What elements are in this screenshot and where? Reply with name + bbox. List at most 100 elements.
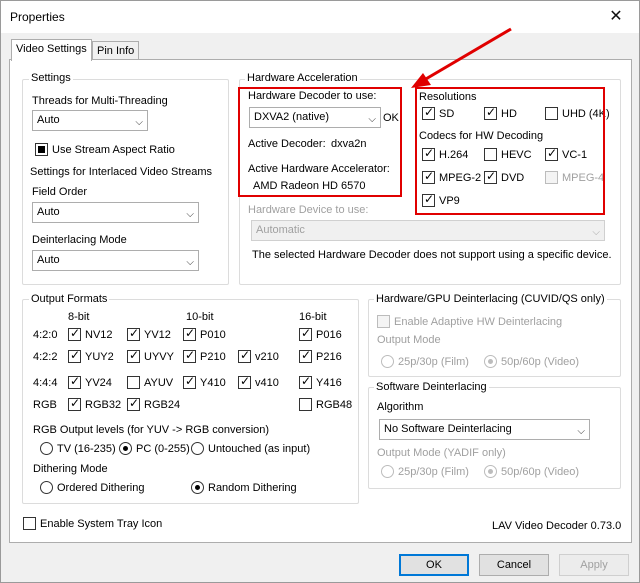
rgb48-label: RGB48	[316, 399, 353, 411]
chevron-down-icon: ⌵	[135, 117, 143, 128]
properties-window: Properties ✕ Video Settings Pin Info Set…	[0, 0, 640, 583]
pc-levels-label: PC (0-255)	[136, 443, 190, 455]
sw-deint-output-label: Output Mode (YADIF only)	[377, 447, 506, 459]
ayuv-checkbox[interactable]	[127, 376, 140, 389]
p016-label: P016	[316, 329, 342, 341]
sw-deint-algorithm-dropdown[interactable]: No Software Deinterlacing ⌵	[379, 419, 590, 440]
untouched-levels-label: Untouched (as input)	[208, 443, 311, 455]
threads-value: Auto	[37, 114, 60, 126]
threads-label: Threads for Multi-Threading	[32, 95, 168, 107]
close-icon[interactable]: ✕	[603, 5, 629, 29]
settings-group-label: Settings	[29, 72, 73, 84]
chevron-down-icon: ⌵	[577, 426, 585, 437]
y410-checkbox[interactable]: ✓	[183, 374, 196, 389]
rgb48-checkbox[interactable]	[299, 398, 312, 411]
tv-levels-radio[interactable]	[40, 442, 53, 455]
hw-device-value: Automatic	[256, 224, 305, 236]
sw-deint-film-label: 25p/30p (Film)	[398, 466, 469, 478]
y410-label: Y410	[200, 377, 226, 389]
red-arrow-annotation	[411, 27, 512, 88]
rgb32-label: RGB32	[85, 399, 122, 411]
sw-deint-video-radio[interactable]	[484, 465, 497, 478]
indeterminate-mark	[38, 146, 45, 153]
p010-checkbox[interactable]: ✓	[183, 326, 196, 341]
yv24-checkbox[interactable]: ✓	[68, 374, 81, 389]
version-label: LAV Video Decoder 0.73.0	[492, 520, 622, 532]
check-icon: ✓	[301, 374, 312, 388]
dither-label: Dithering Mode	[33, 463, 108, 475]
rgb24-label: RGB24	[144, 399, 181, 411]
y416-checkbox[interactable]: ✓	[299, 374, 312, 389]
p010-label: P010	[200, 329, 226, 341]
yv24-label: YV24	[85, 377, 112, 389]
row-420: 4:2:0	[33, 329, 58, 341]
random-dither-label: Random Dithering	[208, 482, 297, 494]
uyvy-checkbox[interactable]: ✓	[127, 348, 140, 363]
output-formats-label: Output Formats	[29, 293, 110, 305]
random-dither-radio[interactable]	[191, 481, 204, 494]
check-icon: ✓	[185, 374, 196, 388]
apply-button[interactable]: Apply	[559, 554, 629, 576]
deint-mode-value: Auto	[37, 254, 60, 266]
hw-deint-film-radio[interactable]	[381, 355, 394, 368]
row-444: 4:4:4	[33, 377, 58, 389]
ayuv-label: AYUV	[144, 377, 174, 389]
rgb24-checkbox[interactable]: ✓	[127, 396, 140, 411]
title-bar: Properties ✕	[1, 1, 639, 33]
radio-dot	[195, 485, 200, 490]
check-icon: ✓	[301, 326, 312, 340]
p216-checkbox[interactable]: ✓	[299, 348, 312, 363]
tv-levels-label: TV (16-235)	[57, 443, 116, 455]
yuy2-checkbox[interactable]: ✓	[68, 348, 81, 363]
check-icon: ✓	[70, 326, 81, 340]
tray-icon-label: Enable System Tray Icon	[40, 518, 163, 530]
hw-deint-enable-checkbox[interactable]	[377, 315, 390, 328]
v410-checkbox[interactable]: ✓	[238, 374, 251, 389]
deint-mode-dropdown[interactable]: Auto ⌵	[32, 250, 199, 271]
col-8bit: 8-bit	[68, 311, 90, 323]
nv12-label: NV12	[85, 329, 113, 341]
window-title: Properties	[10, 10, 65, 24]
tray-icon-checkbox[interactable]	[23, 517, 36, 530]
sw-deint-label: Software Deinterlacing	[374, 381, 489, 393]
v210-checkbox[interactable]: ✓	[238, 348, 251, 363]
nv12-checkbox[interactable]: ✓	[68, 326, 81, 341]
check-icon: ✓	[240, 348, 251, 362]
y416-label: Y416	[316, 377, 342, 389]
yuy2-label: YUY2	[85, 351, 114, 363]
stream-aspect-checkbox[interactable]	[35, 143, 48, 156]
threads-dropdown[interactable]: Auto ⌵	[32, 110, 148, 131]
sw-deint-algorithm-value: No Software Deinterlacing	[384, 423, 512, 435]
check-icon: ✓	[301, 348, 312, 362]
sw-deint-video-label: 50p/60p (Video)	[501, 466, 580, 478]
hw-device-dropdown[interactable]: Automatic ⌵	[251, 220, 605, 241]
hw-deint-video-radio[interactable]	[484, 355, 497, 368]
pc-levels-radio[interactable]	[119, 442, 132, 455]
field-order-dropdown[interactable]: Auto ⌵	[32, 202, 199, 223]
uyvy-label: UYVY	[144, 351, 174, 363]
ordered-dither-radio[interactable]	[40, 481, 53, 494]
yv12-label: YV12	[144, 329, 171, 341]
radio-dot	[123, 446, 128, 451]
check-icon: ✓	[129, 326, 140, 340]
hw-deint-label: Hardware/GPU Deinterlacing (CUVID/QS onl…	[374, 293, 607, 305]
tab-video-settings[interactable]: Video Settings	[11, 39, 92, 61]
hw-deint-output-label: Output Mode	[377, 334, 441, 346]
p210-checkbox[interactable]: ✓	[183, 348, 196, 363]
rgb-levels-label: RGB Output levels (for YUV -> RGB conver…	[33, 424, 270, 436]
yv12-checkbox[interactable]: ✓	[127, 326, 140, 341]
p016-checkbox[interactable]: ✓	[299, 326, 312, 341]
tab-pin-info[interactable]: Pin Info	[92, 41, 140, 61]
stream-aspect-label: Use Stream Aspect Ratio	[52, 144, 175, 156]
rgb32-checkbox[interactable]: ✓	[68, 396, 81, 411]
ordered-dither-label: Ordered Dithering	[57, 482, 145, 494]
row-422: 4:2:2	[33, 351, 58, 363]
field-order-value: Auto	[37, 206, 60, 218]
hwaccel-group-label: Hardware Acceleration	[245, 72, 360, 84]
hw-device-label: Hardware Device to use:	[248, 204, 369, 216]
cancel-button[interactable]: Cancel	[479, 554, 549, 576]
sw-deint-algorithm-label: Algorithm	[377, 401, 424, 413]
untouched-levels-radio[interactable]	[191, 442, 204, 455]
sw-deint-film-radio[interactable]	[381, 465, 394, 478]
ok-button[interactable]: OK	[399, 554, 469, 576]
